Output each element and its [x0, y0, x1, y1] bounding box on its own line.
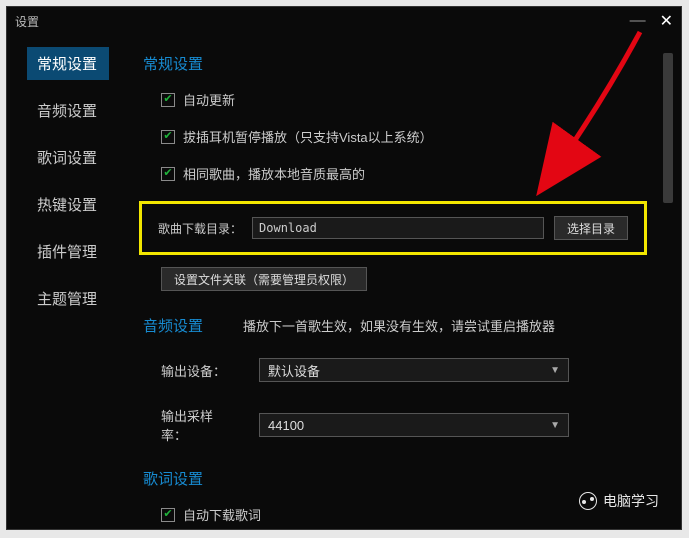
- checkbox-headphone-pause[interactable]: 拔插耳机暂停播放（只支持Vista以上系统）: [161, 127, 653, 146]
- minimize-icon[interactable]: —: [630, 12, 646, 30]
- checkbox-auto-update[interactable]: 自动更新: [161, 90, 653, 109]
- audio-note: 播放下一首歌生效，如果没有生效，请尝试重启播放器: [243, 316, 555, 335]
- sample-rate-label: 输出采样率：: [161, 406, 235, 444]
- sidebar-item-general[interactable]: 常规设置: [27, 47, 109, 80]
- sidebar-item-hotkey[interactable]: 热键设置: [27, 188, 109, 221]
- settings-window: 设置 — ✕ 常规设置 音频设置 歌词设置 热键设置 插件管理 主题管理 常规设…: [6, 6, 682, 530]
- section-title-lyric: 歌词设置: [143, 468, 653, 489]
- audio-header: 音频设置 播放下一首歌生效，如果没有生效，请尝试重启播放器: [143, 315, 653, 336]
- sidebar-item-theme[interactable]: 主题管理: [27, 282, 109, 315]
- sidebar-item-label: 插件管理: [37, 244, 97, 261]
- sample-rate-select[interactable]: 44100 ▼: [259, 413, 569, 437]
- select-value: 44100: [268, 418, 304, 433]
- watermark: 电脑学习: [579, 491, 659, 511]
- sidebar-item-label: 热键设置: [37, 197, 97, 214]
- output-device-label: 输出设备：: [161, 361, 235, 380]
- sidebar-item-label: 常规设置: [37, 56, 97, 73]
- file-assoc-button[interactable]: 设置文件关联（需要管理员权限）: [161, 267, 367, 291]
- output-device-row: 输出设备： 默认设备 ▼: [161, 358, 653, 382]
- checkbox-same-song[interactable]: 相同歌曲，播放本地音质最高的: [161, 164, 653, 183]
- download-dir-highlight: 歌曲下载目录： 选择目录: [139, 201, 647, 255]
- chevron-down-icon: ▼: [550, 420, 560, 431]
- checkbox-icon: [161, 93, 175, 107]
- sidebar-item-lyric[interactable]: 歌词设置: [27, 141, 109, 174]
- checkbox-icon: [161, 167, 175, 181]
- download-dir-input[interactable]: [252, 217, 544, 239]
- sidebar-item-label: 主题管理: [37, 291, 97, 308]
- window-body: 常规设置 音频设置 歌词设置 热键设置 插件管理 主题管理 常规设置 自动更新 …: [7, 35, 681, 529]
- titlebar: 设置 — ✕: [7, 7, 681, 35]
- audio-section: 音频设置 播放下一首歌生效，如果没有生效，请尝试重启播放器 输出设备： 默认设备…: [143, 315, 653, 444]
- sidebar-item-audio[interactable]: 音频设置: [27, 94, 109, 127]
- scrollbar-thumb[interactable]: [663, 53, 673, 203]
- main-panel: 常规设置 自动更新 拔插耳机暂停播放（只支持Vista以上系统） 相同歌曲，播放…: [119, 35, 681, 529]
- section-title-audio: 音频设置: [143, 315, 203, 336]
- section-title-general: 常规设置: [143, 53, 653, 74]
- checkbox-label: 自动下载歌词: [183, 505, 261, 524]
- download-dir-label: 歌曲下载目录：: [158, 220, 242, 237]
- lyric-section: 歌词设置 自动下载歌词: [143, 468, 653, 524]
- checkbox-label: 自动更新: [183, 90, 235, 109]
- output-device-select[interactable]: 默认设备 ▼: [259, 358, 569, 382]
- titlebar-controls: — ✕: [630, 11, 673, 31]
- file-assoc-row: 设置文件关联（需要管理员权限）: [161, 267, 653, 291]
- sidebar-item-label: 音频设置: [37, 103, 97, 120]
- checkbox-label: 相同歌曲，播放本地音质最高的: [183, 164, 365, 183]
- sidebar-item-label: 歌词设置: [37, 150, 97, 167]
- choose-dir-button[interactable]: 选择目录: [554, 216, 628, 240]
- close-icon[interactable]: ✕: [660, 11, 673, 31]
- window-title: 设置: [15, 13, 39, 30]
- checkbox-icon: [161, 508, 175, 522]
- chevron-down-icon: ▼: [550, 365, 560, 376]
- checkbox-label: 拔插耳机暂停播放（只支持Vista以上系统）: [183, 127, 433, 146]
- wechat-icon: [579, 492, 597, 510]
- select-value: 默认设备: [268, 361, 320, 380]
- sidebar: 常规设置 音频设置 歌词设置 热键设置 插件管理 主题管理: [7, 35, 119, 529]
- watermark-text: 电脑学习: [603, 491, 659, 511]
- sample-rate-row: 输出采样率： 44100 ▼: [161, 406, 653, 444]
- sidebar-item-plugin[interactable]: 插件管理: [27, 235, 109, 268]
- checkbox-icon: [161, 130, 175, 144]
